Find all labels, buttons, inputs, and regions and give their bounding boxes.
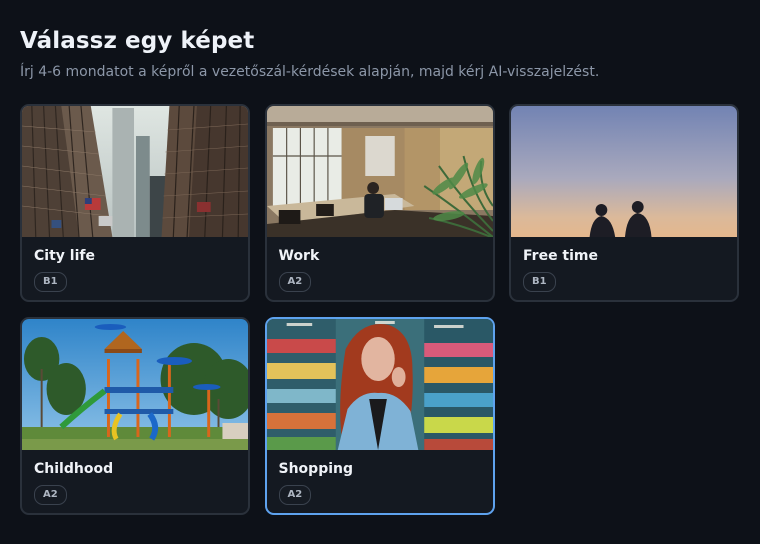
image-card-childhood[interactable]: Childhood A2 xyxy=(20,317,250,515)
card-title: Childhood xyxy=(34,461,114,477)
sunset-silhouettes-photo xyxy=(511,106,737,237)
image-card-shopping[interactable]: Shopping A2 xyxy=(264,317,495,515)
image-picker-page: Válassz egy képet Írj 4-6 mondatot a kép… xyxy=(0,0,760,544)
image-card-work[interactable]: Work A2 xyxy=(264,104,495,302)
image-card-grid: City life B1 Work A2 Free time B1 Childh… xyxy=(20,104,740,515)
office-photo xyxy=(266,106,493,237)
card-title: Work xyxy=(278,248,320,264)
supermarket-portrait-photo xyxy=(266,319,493,450)
city-street-photo xyxy=(22,106,248,237)
card-title: City life xyxy=(34,248,95,264)
level-badge: B1 xyxy=(523,272,556,292)
card-title: Shopping xyxy=(278,461,354,477)
level-badge: A2 xyxy=(278,272,312,292)
playground-photo xyxy=(22,319,248,450)
page-title: Válassz egy képet xyxy=(20,28,255,54)
image-card-city-life[interactable]: City life B1 xyxy=(20,104,250,302)
level-badge: A2 xyxy=(278,485,312,505)
page-subtitle: Írj 4-6 mondatot a képről a vezetőszál-k… xyxy=(20,64,600,80)
level-badge: B1 xyxy=(34,272,67,292)
card-title: Free time xyxy=(523,248,599,264)
image-card-free-time[interactable]: Free time B1 xyxy=(509,104,739,302)
level-badge: A2 xyxy=(34,485,67,505)
